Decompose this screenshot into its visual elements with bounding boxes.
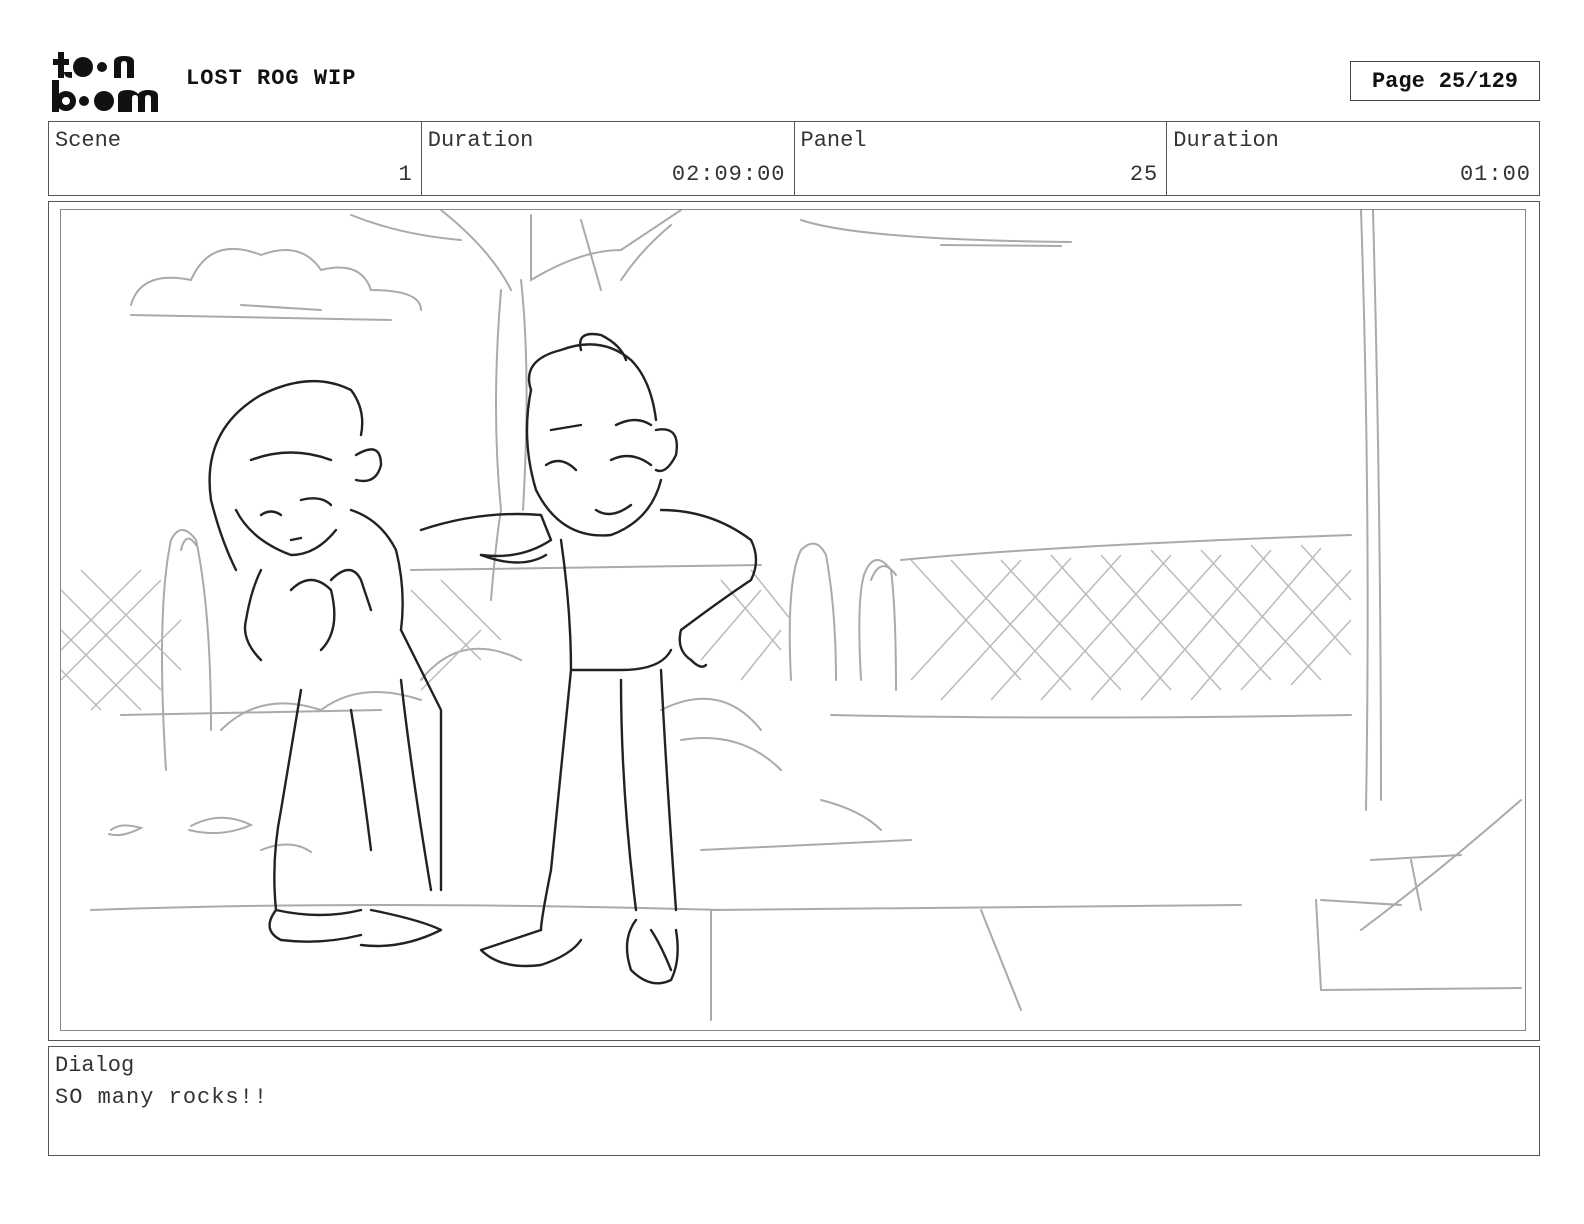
- page-label: Page: [1371, 68, 1425, 94]
- storyboard-sketch: [60, 209, 1526, 1031]
- dialog-label: Dialog: [55, 1053, 135, 1078]
- panel-value: 25: [1129, 162, 1159, 187]
- panel-duration-cell: Duration 01:00: [1167, 122, 1539, 195]
- scene-cell: Scene 1: [49, 122, 422, 195]
- toon-boom-logo: [52, 52, 158, 112]
- scene-duration-label: Duration: [427, 128, 534, 153]
- dialog-text: SO many rocks!!: [55, 1085, 269, 1110]
- dialog-box: Dialog SO many rocks!!: [48, 1046, 1540, 1156]
- panel-duration-value: 01:00: [1459, 162, 1531, 187]
- panel-label: Panel: [800, 128, 867, 153]
- scene-duration-value: 02:09:00: [671, 162, 786, 187]
- page-indicator: Page 25/129: [1350, 61, 1540, 101]
- scene-label: Scene: [55, 128, 122, 153]
- storyboard-panel-frame: [48, 201, 1540, 1041]
- panel-info-row: Scene 1 Duration 02:09:00 Panel 25 Durat…: [48, 121, 1540, 196]
- sketch-drawing: [61, 210, 1522, 1021]
- scene-duration-cell: Duration 02:09:00: [422, 122, 795, 195]
- project-title: LOST ROG WIP: [186, 66, 357, 91]
- page-number: 25/129: [1438, 68, 1519, 94]
- scene-value: 1: [398, 162, 413, 187]
- panel-duration-label: Duration: [1173, 128, 1279, 153]
- panel-cell: Panel 25: [795, 122, 1168, 195]
